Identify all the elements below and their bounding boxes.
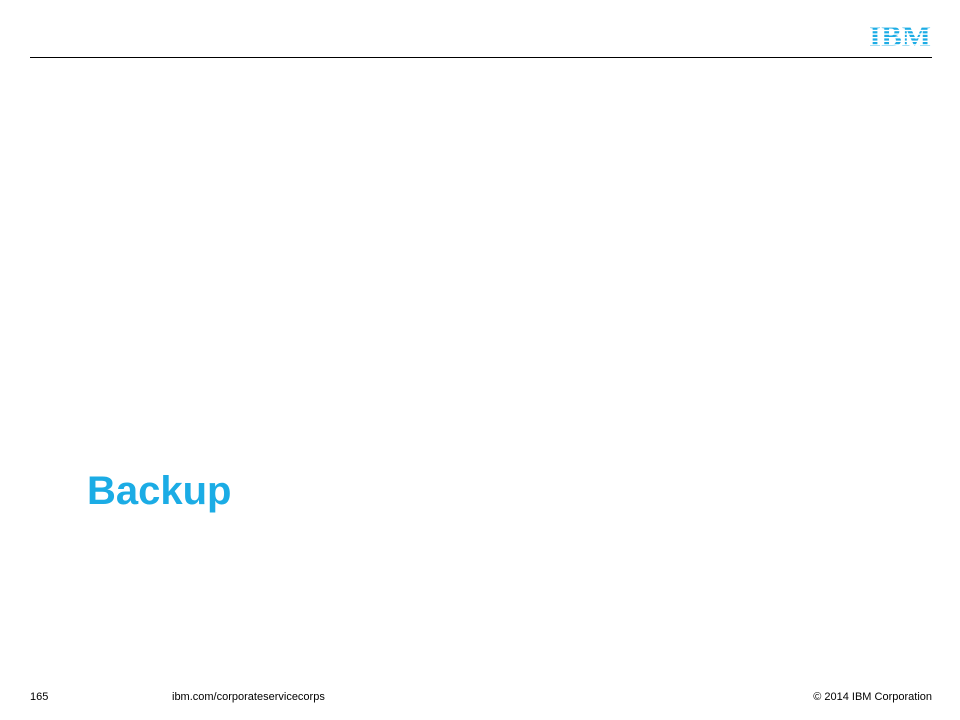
ibm-logo: IBM bbox=[869, 24, 932, 48]
page-number: 165 bbox=[30, 691, 49, 703]
footer-url: ibm.com/corporateservicecorps bbox=[172, 691, 325, 703]
header-divider bbox=[30, 57, 932, 58]
copyright-notice: © 2014 IBM Corporation bbox=[813, 691, 932, 703]
slide-title: Backup bbox=[87, 469, 232, 513]
slide: IBM Backup 165 ibm.com/corporateservicec… bbox=[0, 0, 960, 720]
